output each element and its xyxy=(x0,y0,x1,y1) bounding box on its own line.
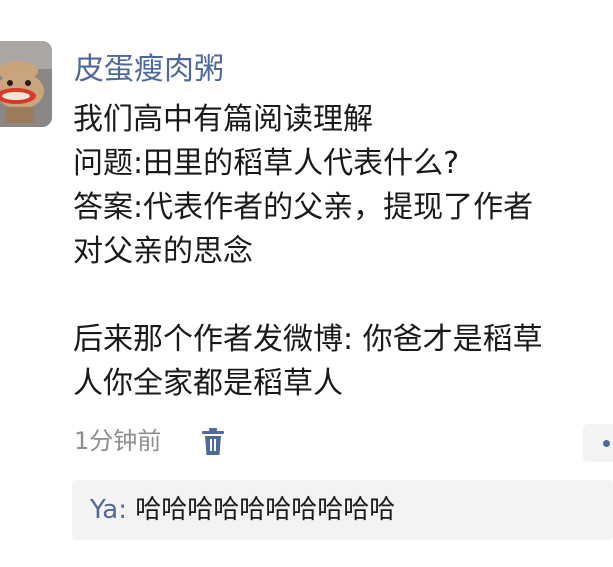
username-link[interactable]: 皮蛋瘦肉粥 xyxy=(74,50,224,90)
post-text: 我们高中有篇阅读理解 问题:田里的稻草人代表什么? 答案:代表作者的父亲，提现了… xyxy=(73,102,543,401)
more-dots-icon xyxy=(603,440,610,447)
comment-box: Ya: 哈哈哈哈哈哈哈哈哈哈 xyxy=(72,480,613,540)
post-timestamp: 1分钟前 xyxy=(74,427,162,455)
trash-icon[interactable] xyxy=(202,428,224,456)
comment-author-link[interactable]: Ya xyxy=(90,495,118,525)
more-options-button[interactable] xyxy=(583,424,613,462)
avatar[interactable] xyxy=(0,41,52,127)
comment-line: Ya: 哈哈哈哈哈哈哈哈哈哈 xyxy=(90,493,395,527)
comment-text: 哈哈哈哈哈哈哈哈哈哈 xyxy=(135,495,396,525)
toy-figure-avatar-icon xyxy=(0,41,52,127)
comment-separator: : xyxy=(118,495,136,525)
